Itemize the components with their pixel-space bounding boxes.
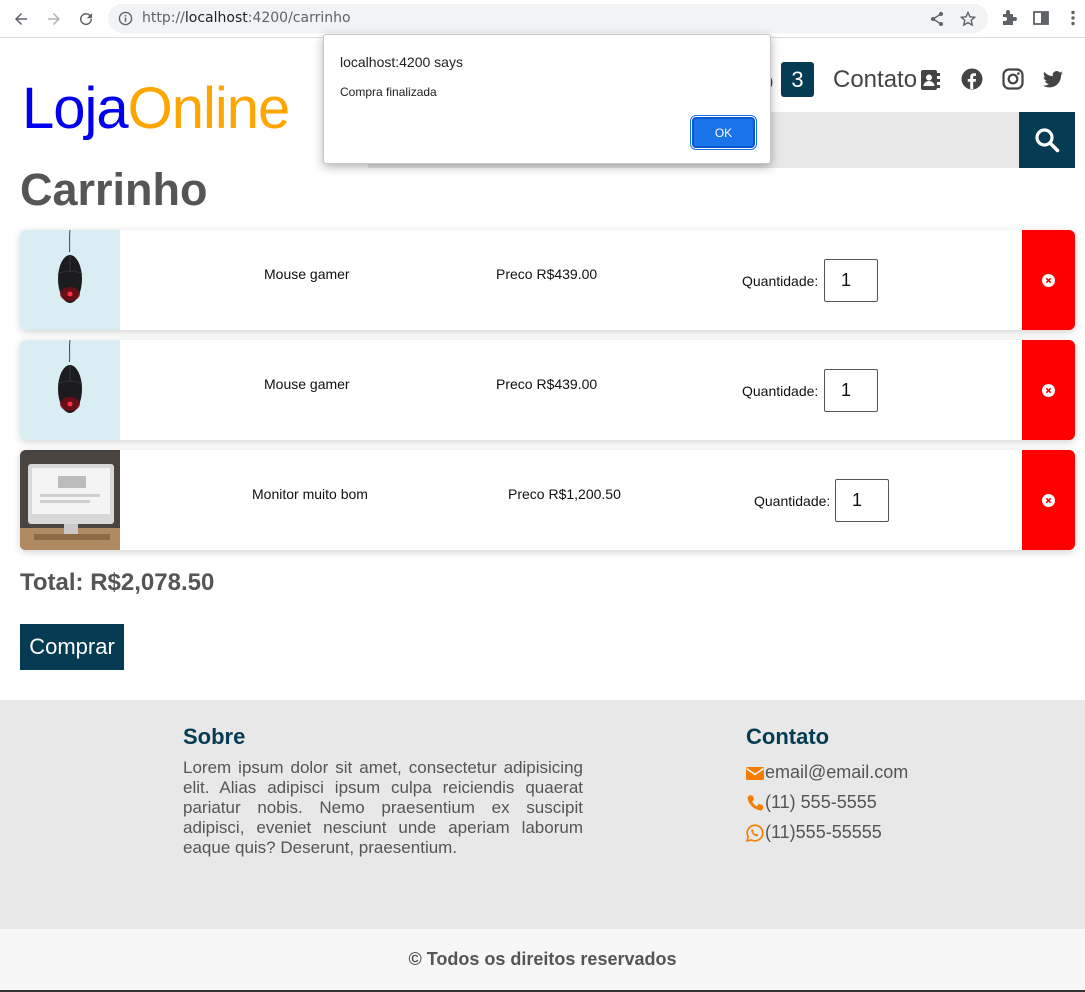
logo-part-loja: Loja <box>22 76 129 141</box>
cart-item: Mouse gamer Preco R$439.00 Quantidade: <box>20 230 1075 330</box>
mouse-image <box>20 340 120 440</box>
item-price: Preco R$1,200.50 <box>508 486 621 502</box>
instagram-icon[interactable] <box>1002 68 1024 90</box>
close-circle-icon <box>1042 493 1055 507</box>
cart-item: Monitor muito bom Preco R$1,200.50 Quant… <box>20 450 1075 550</box>
quantity-label: Quantidade: <box>742 273 819 289</box>
phone-icon <box>747 794 764 810</box>
copyright-bar: © Todos os direitos reservados <box>0 929 1085 992</box>
cart-count-badge[interactable]: 3 <box>781 62 814 97</box>
search-icon <box>1035 128 1060 153</box>
quantity-label: Quantidade: <box>742 383 819 399</box>
search-button[interactable] <box>1019 112 1075 168</box>
monitor-image <box>20 450 120 550</box>
footer-email[interactable]: email@email.com <box>746 762 908 783</box>
forward-icon[interactable] <box>42 7 66 31</box>
whatsapp-text: (11)555-55555 <box>765 822 882 842</box>
back-icon[interactable] <box>9 7 33 31</box>
item-price: Preco R$439.00 <box>496 376 598 392</box>
remove-item-button[interactable] <box>1022 340 1075 440</box>
cart-item: Mouse gamer Preco R$439.00 Quantidade: <box>20 340 1075 440</box>
url-text: http://localhost:4200/carrinho <box>142 10 351 26</box>
mouse-image <box>20 230 120 330</box>
logo-part-online: Online <box>127 76 291 141</box>
whatsapp-icon <box>746 823 764 842</box>
item-price: Preco R$439.00 <box>496 266 598 282</box>
close-circle-icon <box>1042 273 1055 287</box>
side-panel-icon[interactable] <box>1032 9 1050 27</box>
twitter-icon[interactable] <box>1042 68 1064 90</box>
quantity-input[interactable] <box>824 369 878 412</box>
email-text: email@email.com <box>765 762 909 782</box>
quantity-label: Quantidade: <box>754 493 831 509</box>
quantity-input[interactable] <box>835 479 889 522</box>
remove-item-button[interactable] <box>1022 450 1075 550</box>
footer: Sobre Lorem ipsum dolor sit amet, consec… <box>0 700 1085 929</box>
site-info-icon[interactable] <box>118 11 133 26</box>
dialog-message: Compra finalizada <box>340 85 437 99</box>
item-name: Mouse gamer <box>264 376 350 392</box>
footer-about-text: Lorem ipsum dolor sit amet, consectetur … <box>183 758 583 857</box>
address-bar[interactable]: http://localhost:4200/carrinho <box>108 4 988 33</box>
browser-toolbar: http://localhost:4200/carrinho <box>0 0 1085 38</box>
phone-text: (11) 555-5555 <box>765 792 877 812</box>
facebook-icon[interactable] <box>961 68 983 90</box>
share-icon[interactable] <box>929 11 945 27</box>
bookmark-star-icon[interactable] <box>960 11 976 27</box>
footer-phone[interactable]: (11) 555-5555 <box>746 792 877 813</box>
address-book-icon[interactable] <box>920 69 940 91</box>
footer-about-title: Sobre <box>183 724 246 749</box>
footer-whatsapp[interactable]: (11)555-55555 <box>746 822 882 843</box>
extensions-icon[interactable] <box>1000 9 1018 27</box>
alert-dialog: localhost:4200 says Compra finalizada OK <box>323 34 771 164</box>
item-name: Mouse gamer <box>264 266 350 282</box>
envelope-icon <box>746 766 764 780</box>
item-name: Monitor muito bom <box>252 486 368 502</box>
remove-item-button[interactable] <box>1022 230 1075 330</box>
dialog-ok-button[interactable]: OK <box>690 115 757 150</box>
contact-link[interactable]: Contato <box>833 66 917 94</box>
site-logo[interactable]: LojaOnline <box>22 76 291 142</box>
quantity-input[interactable] <box>824 259 878 302</box>
close-circle-icon <box>1042 383 1055 397</box>
buy-button[interactable]: Comprar <box>20 624 124 670</box>
dialog-title: localhost:4200 says <box>340 54 463 70</box>
page-title: Carrinho <box>20 164 208 215</box>
menu-kebab-icon[interactable] <box>1064 9 1082 27</box>
reload-icon[interactable] <box>74 7 98 31</box>
footer-contact-title: Contato <box>746 724 830 749</box>
cart-total: Total: R$2,078.50 <box>20 569 215 596</box>
